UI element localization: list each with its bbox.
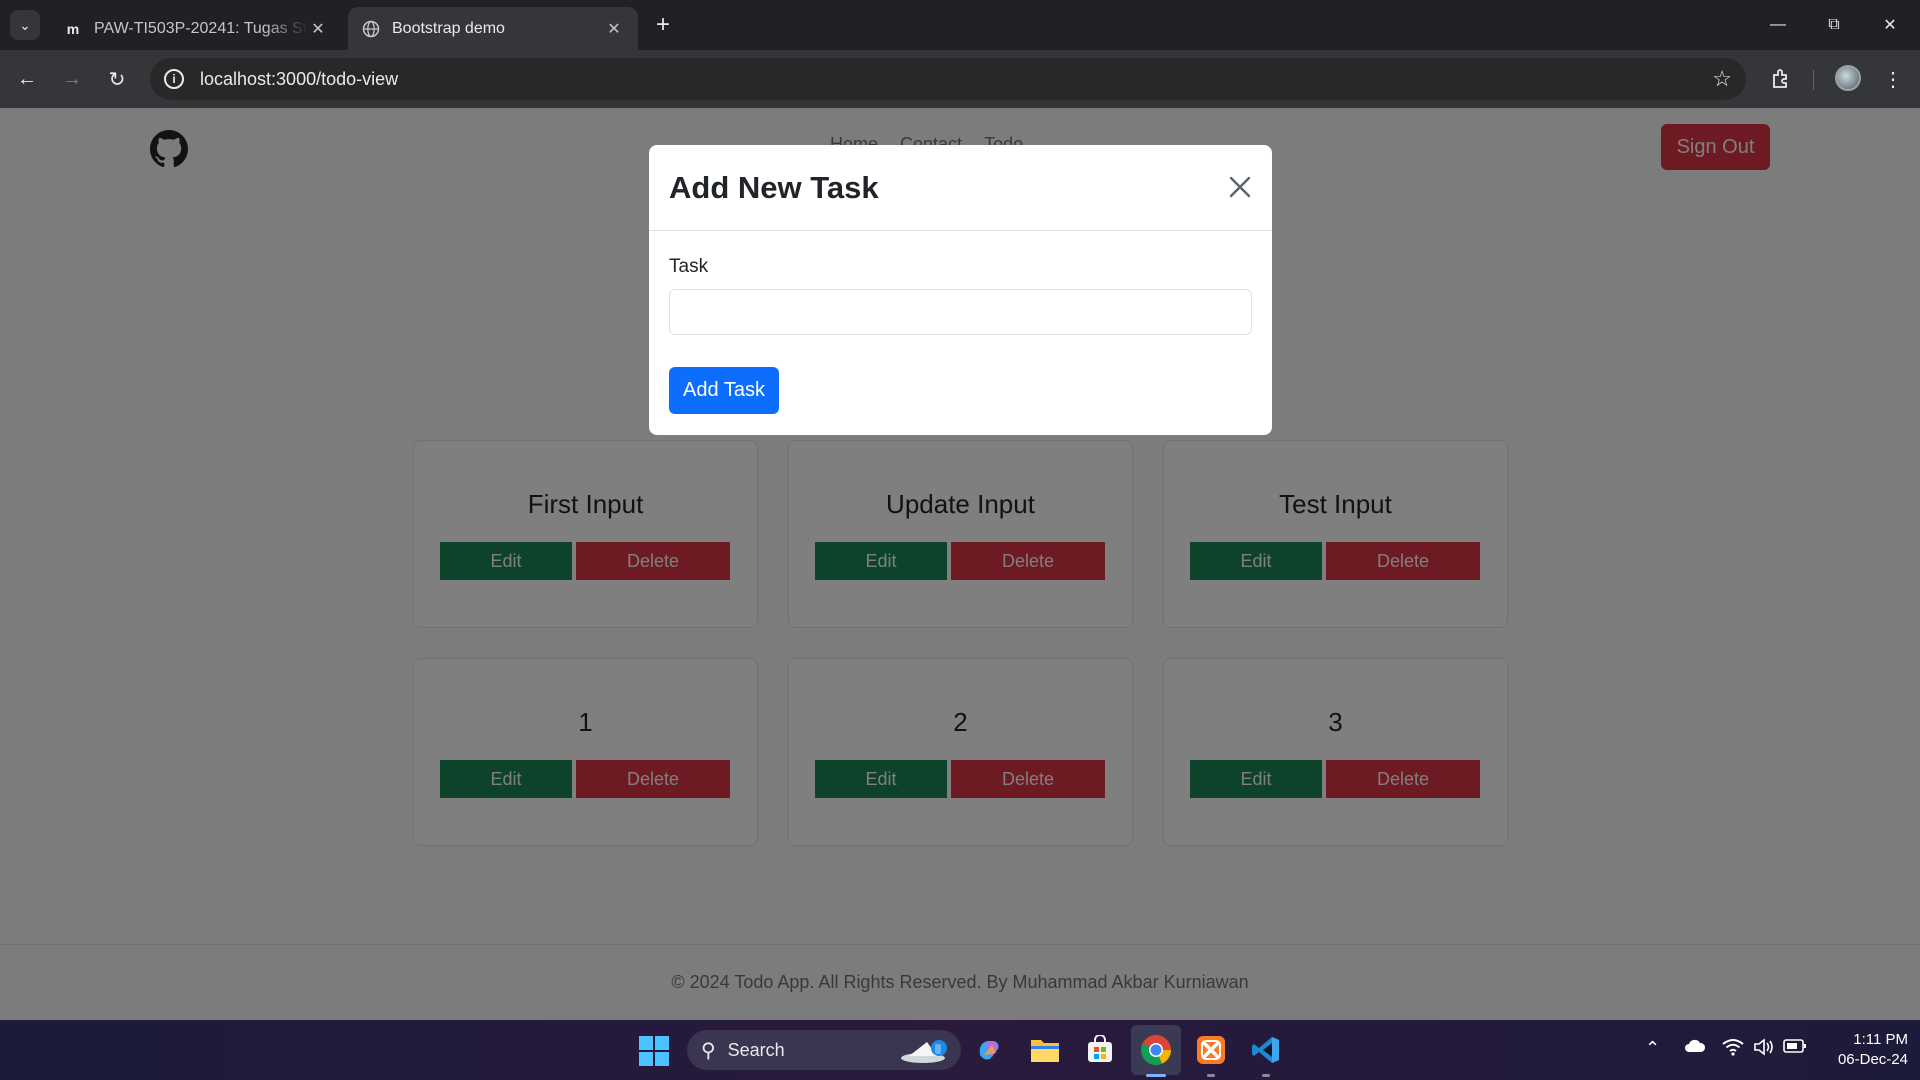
tab-bootstrap-demo[interactable]: Bootstrap demo ✕	[348, 7, 638, 50]
task-label: Task	[669, 256, 709, 277]
chrome-icon[interactable]	[1131, 1025, 1181, 1075]
back-button[interactable]: ←	[10, 62, 44, 96]
chrome-menu-icon[interactable]: ⋮	[1876, 62, 1910, 96]
windows-taskbar: ⚲ Search ⌃ 1:11 PM 06-Dec-24	[0, 1020, 1920, 1080]
xampp-icon[interactable]	[1194, 1033, 1228, 1067]
store-icon[interactable]	[1083, 1033, 1117, 1067]
vscode-running-indicator	[1262, 1074, 1270, 1077]
moodle-favicon-icon: m	[66, 20, 80, 37]
show-hidden-icons-icon[interactable]: ⌃	[1645, 1038, 1660, 1059]
modal-header: Add New Task	[649, 145, 1272, 231]
tab-paw[interactable]: m PAW-TI503P-20241: Tugas Styling ✕	[50, 7, 342, 50]
close-icon[interactable]	[1224, 171, 1256, 203]
clock-date: 06-Dec-24	[1837, 1051, 1908, 1068]
task-input[interactable]	[669, 289, 1252, 335]
search-icon: ⚲	[701, 1039, 716, 1062]
bookmark-star-icon[interactable]: ☆	[1712, 66, 1732, 92]
close-tab-icon[interactable]: ✕	[604, 19, 624, 39]
add-task-button[interactable]: Add Task	[669, 367, 779, 414]
tab-title: Bootstrap demo	[392, 19, 505, 37]
modal-title: Add New Task	[669, 170, 879, 205]
close-window-button[interactable]: ✕	[1862, 0, 1918, 50]
toolbar-divider	[1813, 70, 1814, 90]
browser-tabbar: ⌄ m PAW-TI503P-20241: Tugas Styling ✕ Bo…	[0, 0, 1920, 50]
add-task-modal: Add New Task Task Add Task	[649, 145, 1272, 435]
new-tab-button[interactable]: +	[650, 11, 676, 38]
taskbar-search[interactable]: ⚲ Search	[687, 1030, 961, 1070]
search-highlight-icon	[897, 1034, 953, 1066]
minimize-button[interactable]: —	[1750, 0, 1806, 50]
site-info-icon[interactable]: i	[164, 69, 184, 89]
reload-button[interactable]: ↻	[100, 62, 134, 96]
onedrive-icon[interactable]	[1684, 1038, 1706, 1059]
file-explorer-icon[interactable]	[1028, 1033, 1062, 1067]
browser-toolbar: ← → ↻ i localhost:3000/todo-view ☆ ⋮	[0, 50, 1920, 108]
wifi-icon[interactable]	[1722, 1038, 1744, 1061]
address-bar[interactable]: i localhost:3000/todo-view ☆	[150, 58, 1746, 100]
vscode-icon[interactable]	[1249, 1033, 1283, 1067]
close-tab-icon[interactable]: ✕	[308, 19, 328, 39]
xampp-running-indicator	[1207, 1074, 1215, 1077]
globe-icon	[362, 20, 380, 38]
restore-button[interactable]: ⧉	[1806, 0, 1862, 50]
volume-icon[interactable]	[1753, 1038, 1775, 1061]
copilot-icon[interactable]	[972, 1033, 1006, 1067]
chrome-active-indicator	[1146, 1074, 1166, 1077]
extensions-icon[interactable]	[1764, 62, 1798, 96]
forward-button[interactable]: →	[55, 62, 89, 96]
taskbar-clock[interactable]: 1:11 PM 06-Dec-24	[1818, 1030, 1908, 1070]
url-text[interactable]: localhost:3000/todo-view	[200, 69, 398, 90]
search-label: Search	[727, 1039, 785, 1060]
battery-icon[interactable]	[1783, 1038, 1807, 1059]
windows-start-icon[interactable]	[639, 1036, 669, 1066]
page-viewport: Home Contact Todo Sign Out First Input E…	[0, 108, 1920, 1020]
clock-time: 1:11 PM	[1853, 1031, 1908, 1048]
tab-title: PAW-TI503P-20241: Tugas Styling	[94, 19, 308, 37]
tab-search-button[interactable]: ⌄	[10, 10, 40, 40]
profile-avatar[interactable]	[1835, 65, 1861, 91]
